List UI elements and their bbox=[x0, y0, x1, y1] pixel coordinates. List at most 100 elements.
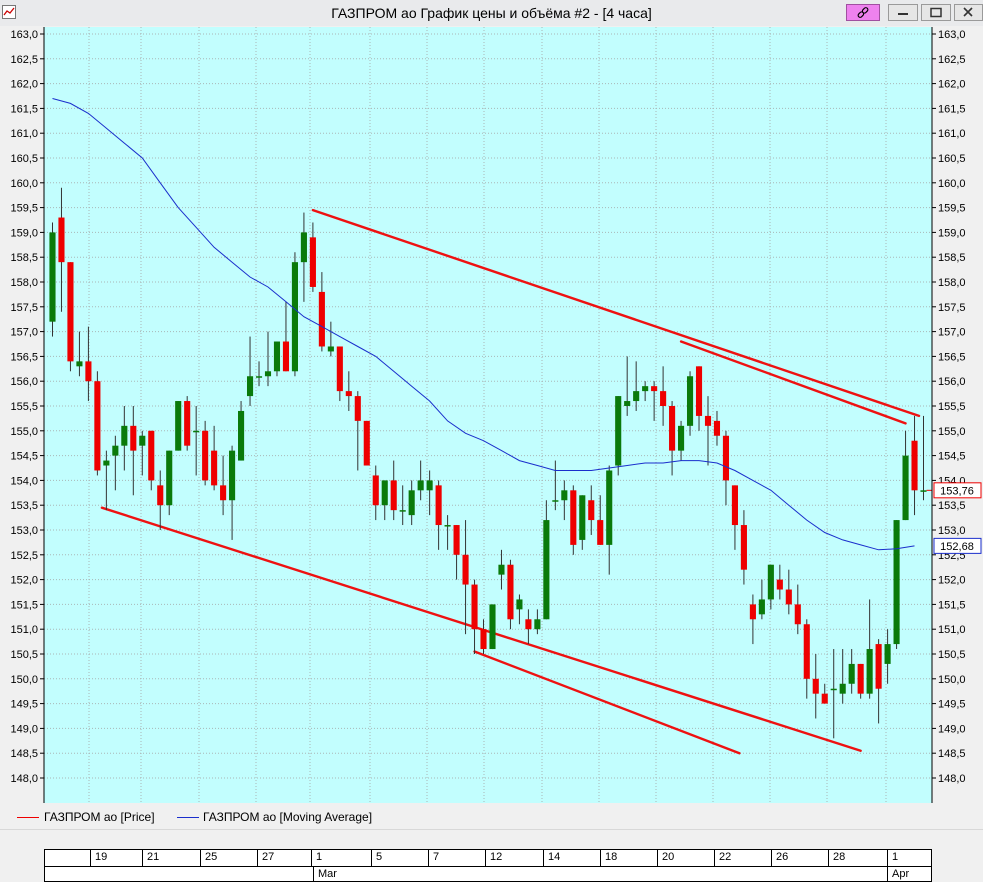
candle-body bbox=[543, 520, 550, 620]
candle-body bbox=[552, 500, 559, 502]
x-tick-label: 21 bbox=[147, 851, 160, 863]
y-tick-label: 151,0 bbox=[10, 624, 38, 636]
x-axis: 19 21 25 27 1 5 7 12 14 18 20 22 26 28 1 Mar Apr bbox=[44, 849, 932, 882]
y-tick-label: 157,5 bbox=[938, 302, 966, 314]
candle-body bbox=[911, 440, 918, 491]
candle-body bbox=[345, 391, 352, 397]
candle-body bbox=[821, 693, 828, 704]
y-tick-label: 159,0 bbox=[10, 227, 38, 239]
pin-button[interactable] bbox=[846, 4, 880, 21]
candle-body bbox=[588, 500, 595, 521]
y-tick-label: 161,5 bbox=[10, 103, 38, 115]
legend-price-swatch bbox=[17, 817, 39, 818]
candle-body bbox=[695, 366, 703, 416]
y-tick-label: 148,5 bbox=[938, 748, 966, 760]
candle-body bbox=[148, 430, 155, 481]
candle-body bbox=[238, 410, 245, 461]
minimize-icon bbox=[898, 13, 908, 15]
y-tick-label: 151,0 bbox=[938, 624, 966, 636]
x-tick-mark bbox=[428, 850, 429, 866]
y-tick-label: 149,0 bbox=[10, 723, 38, 735]
candle-body bbox=[300, 232, 307, 263]
y-tick-label: 155,0 bbox=[10, 426, 38, 438]
candle bbox=[893, 520, 900, 650]
candle bbox=[94, 371, 101, 476]
y-tick-label: 155,5 bbox=[938, 401, 966, 413]
candle bbox=[291, 252, 298, 377]
y-tick-label: 156,5 bbox=[938, 351, 966, 363]
candle-body bbox=[866, 649, 873, 694]
y-tick-label: 156,0 bbox=[938, 376, 966, 388]
candle-body bbox=[731, 485, 738, 526]
candle-body bbox=[175, 401, 182, 451]
y-tick-label: 149,5 bbox=[938, 699, 966, 711]
y-tick-label: 152,0 bbox=[938, 575, 966, 587]
x-tick-label: 1 bbox=[316, 851, 323, 863]
candle-body bbox=[740, 525, 747, 570]
x-axis-divider bbox=[45, 866, 931, 867]
y-tick-label: 157,5 bbox=[10, 302, 38, 314]
candle bbox=[615, 396, 622, 476]
y-tick-label: 158,0 bbox=[938, 277, 966, 289]
y-tick-label: 152,0 bbox=[10, 575, 38, 587]
candle-body bbox=[839, 683, 846, 694]
candle-body bbox=[354, 396, 361, 421]
y-tick-label: 158,5 bbox=[10, 252, 38, 264]
y-tick-label: 162,5 bbox=[10, 54, 38, 66]
close-button[interactable] bbox=[954, 4, 983, 21]
y-tick-label: 158,5 bbox=[938, 252, 966, 264]
x-tick-mark bbox=[485, 850, 486, 866]
x-tick-label: 18 bbox=[605, 851, 618, 863]
candle-body bbox=[408, 490, 415, 516]
candle-body bbox=[642, 386, 649, 392]
x-month-mark bbox=[887, 866, 888, 882]
x-tick-label: 7 bbox=[433, 851, 440, 863]
candle-body bbox=[561, 490, 568, 501]
candle-body bbox=[166, 450, 173, 506]
candle-body bbox=[291, 262, 298, 372]
candle-body bbox=[669, 406, 676, 451]
restore-button[interactable] bbox=[921, 4, 951, 21]
x-tick-mark bbox=[771, 850, 772, 866]
candle-body bbox=[758, 599, 765, 615]
x-tick-label: 20 bbox=[662, 851, 675, 863]
x-tick-label: 27 bbox=[262, 851, 275, 863]
candle-body bbox=[229, 450, 236, 501]
x-tick-label: 19 bbox=[95, 851, 108, 863]
minimize-button[interactable] bbox=[888, 4, 918, 21]
candle-body bbox=[462, 554, 469, 585]
y-tick-label: 150,0 bbox=[938, 674, 966, 686]
candle-body bbox=[830, 688, 837, 691]
y-tick-label: 150,0 bbox=[10, 674, 38, 686]
candle-body bbox=[678, 425, 685, 451]
candle bbox=[273, 341, 281, 377]
candle-body bbox=[660, 391, 667, 406]
candle-body bbox=[399, 510, 406, 512]
candle-body bbox=[381, 480, 388, 506]
candle-body bbox=[426, 480, 433, 491]
x-tick-mark bbox=[257, 850, 258, 866]
x-tick-label: 14 bbox=[548, 851, 561, 863]
y-tick-label: 153,0 bbox=[938, 525, 966, 537]
candle-body bbox=[803, 624, 810, 679]
y-tick-label: 158,0 bbox=[10, 277, 38, 289]
candle-body bbox=[282, 341, 290, 372]
candle bbox=[489, 604, 496, 650]
candle bbox=[570, 485, 577, 555]
candle-body bbox=[121, 425, 128, 446]
candle-body bbox=[597, 520, 604, 545]
y-tick-label: 154,0 bbox=[10, 475, 38, 487]
x-tick-mark bbox=[371, 850, 372, 866]
candle-body bbox=[327, 346, 334, 352]
candle-body bbox=[767, 564, 774, 600]
candle-body bbox=[85, 361, 92, 382]
candle-body bbox=[749, 604, 756, 620]
price-chart[interactable]: 148,0 148,5 149,0 149,5 150,0 150,5 151,0 151,5… bbox=[0, 26, 983, 805]
y-tick-label: 154,5 bbox=[938, 451, 966, 463]
x-tick-mark bbox=[311, 850, 312, 866]
y-tick-label: 160,5 bbox=[10, 153, 38, 165]
y-tick-label: 155,5 bbox=[10, 401, 38, 413]
window-title: ГАЗПРОМ ао График цены и объёма #2 - [4 … bbox=[331, 5, 652, 21]
candle bbox=[67, 262, 74, 372]
chart-legend: ГАЗПРОМ ао [Price] ГАЗПРОМ ао [Moving Av… bbox=[0, 805, 983, 829]
